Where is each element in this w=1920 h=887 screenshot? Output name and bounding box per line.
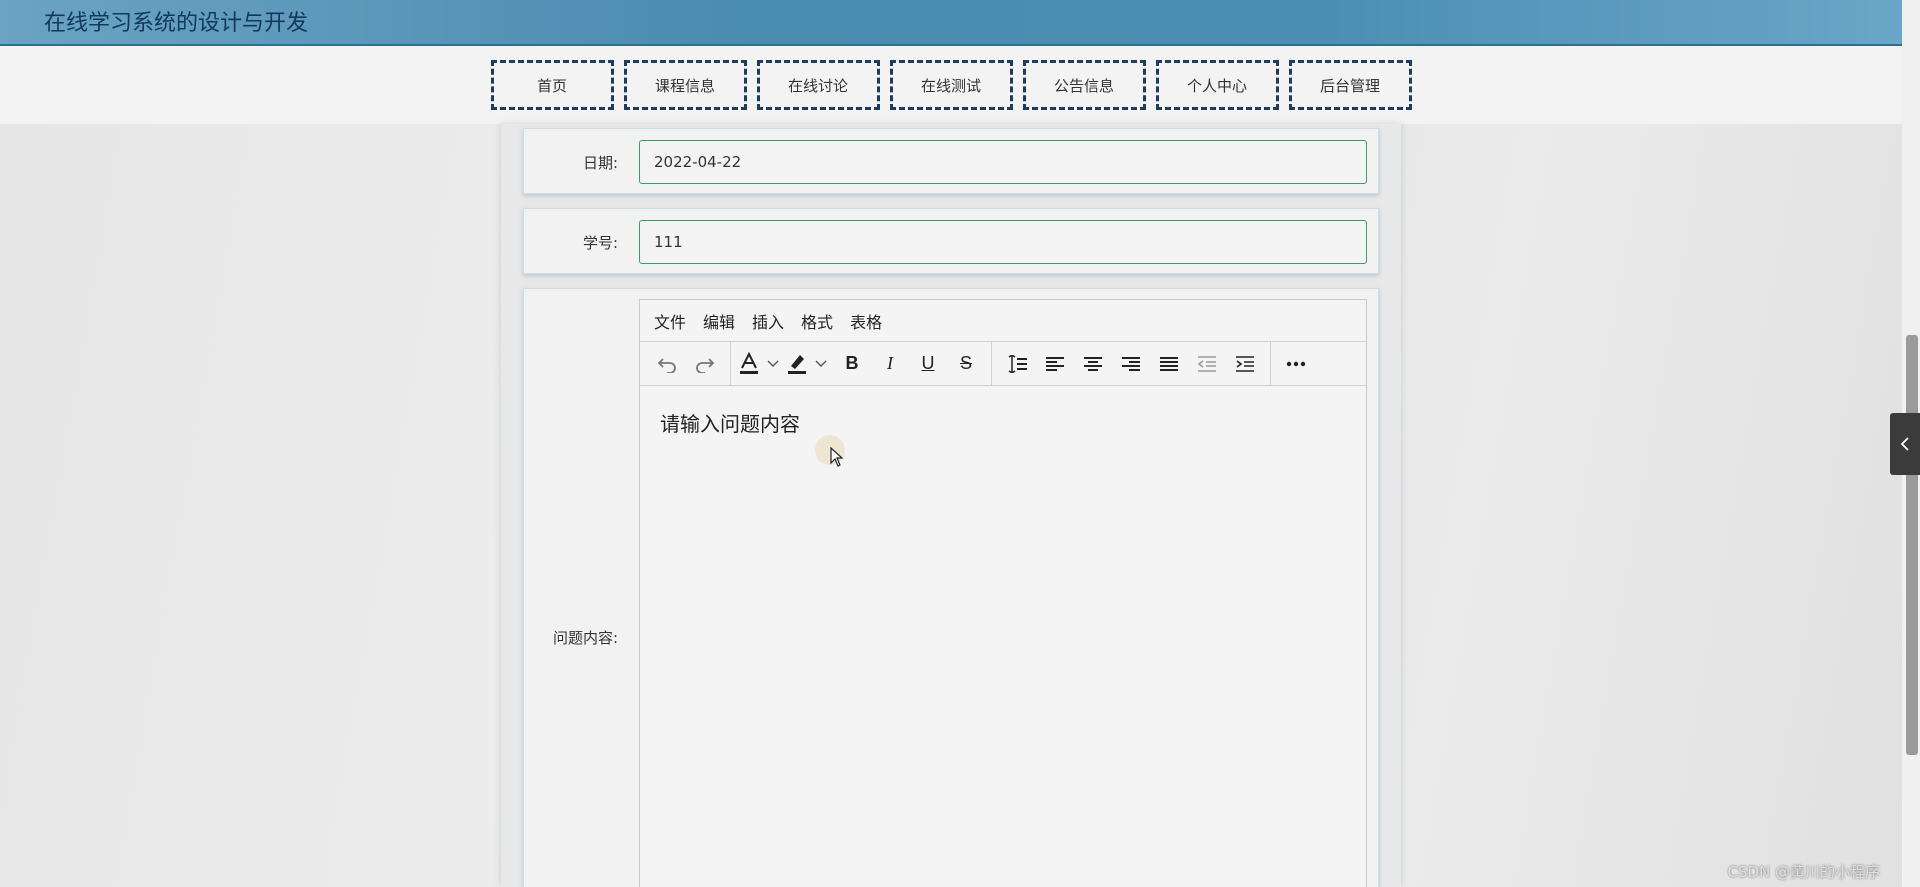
student-id-row: 学号: 111 — [523, 208, 1379, 274]
watermark: CSDN @黄川的小程序 — [1727, 863, 1880, 881]
align-left-icon[interactable] — [1036, 347, 1074, 381]
menu-file[interactable]: 文件 — [654, 309, 686, 333]
scrollbar-thumb[interactable] — [1906, 335, 1918, 755]
form-panel: 日期: 2022-04-22 学号: 111 问题内容: 文件 编辑 插入 格式… — [501, 124, 1401, 887]
indent-icon[interactable] — [1226, 347, 1264, 381]
justify-icon[interactable] — [1150, 347, 1188, 381]
question-label: 问题内容: — [552, 629, 618, 647]
strikethrough-icon[interactable]: S — [947, 347, 985, 381]
font-color-icon[interactable] — [737, 347, 761, 381]
redo-icon[interactable] — [686, 347, 724, 381]
italic-icon[interactable]: I — [871, 347, 909, 381]
align-right-icon[interactable] — [1112, 347, 1150, 381]
nav-online-test[interactable]: 在线测试 — [889, 60, 1013, 110]
menu-edit[interactable]: 编辑 — [703, 309, 735, 333]
editor-content-area[interactable]: 请输入问题内容 — [640, 386, 1366, 459]
nav-home[interactable]: 首页 — [490, 60, 614, 110]
chevron-down-icon[interactable] — [809, 347, 833, 381]
editor-toolbar: B I U S — [640, 341, 1366, 386]
highlight-icon[interactable] — [785, 347, 809, 381]
editor-menubar: 文件 编辑 插入 格式 表格 — [640, 300, 1366, 342]
menu-format[interactable]: 格式 — [801, 309, 833, 333]
bold-icon[interactable]: B — [833, 347, 871, 381]
student-id-field[interactable]: 111 — [639, 220, 1367, 264]
nav-personal-center[interactable]: 个人中心 — [1155, 60, 1279, 110]
app-header: 在线学习系统的设计与开发 — [0, 0, 1902, 46]
date-label: 日期: — [582, 154, 618, 172]
student-id-label: 学号: — [582, 234, 618, 252]
chevron-left-icon — [1900, 437, 1909, 451]
mouse-cursor-icon — [830, 447, 844, 467]
site-title: 在线学习系统的设计与开发 — [44, 11, 309, 36]
nav-announcements[interactable]: 公告信息 — [1022, 60, 1146, 110]
more-icon[interactable] — [1277, 347, 1315, 381]
main-nav: 首页 课程信息 在线讨论 在线测试 公告信息 个人中心 后台管理 — [0, 46, 1902, 124]
side-panel-toggle[interactable] — [1890, 413, 1920, 475]
outdent-icon[interactable] — [1188, 347, 1226, 381]
date-field[interactable]: 2022-04-22 — [639, 140, 1367, 184]
menu-insert[interactable]: 插入 — [752, 309, 784, 333]
date-row: 日期: 2022-04-22 — [523, 128, 1379, 194]
nav-admin[interactable]: 后台管理 — [1288, 60, 1412, 110]
rich-text-editor: 文件 编辑 插入 格式 表格 B I U S 请输入问题内容 — [639, 299, 1367, 887]
underline-icon[interactable]: U — [909, 347, 947, 381]
undo-icon[interactable] — [648, 347, 686, 381]
chevron-down-icon[interactable] — [761, 347, 785, 381]
nav-discussion[interactable]: 在线讨论 — [756, 60, 880, 110]
menu-table[interactable]: 表格 — [850, 309, 882, 333]
align-center-icon[interactable] — [1074, 347, 1112, 381]
question-row: 问题内容: 文件 编辑 插入 格式 表格 B I U S 请输入问题内容 — [523, 288, 1379, 887]
nav-courses[interactable]: 课程信息 — [623, 60, 747, 110]
line-height-icon[interactable] — [998, 347, 1036, 381]
editor-placeholder: 请输入问题内容 — [660, 412, 800, 436]
